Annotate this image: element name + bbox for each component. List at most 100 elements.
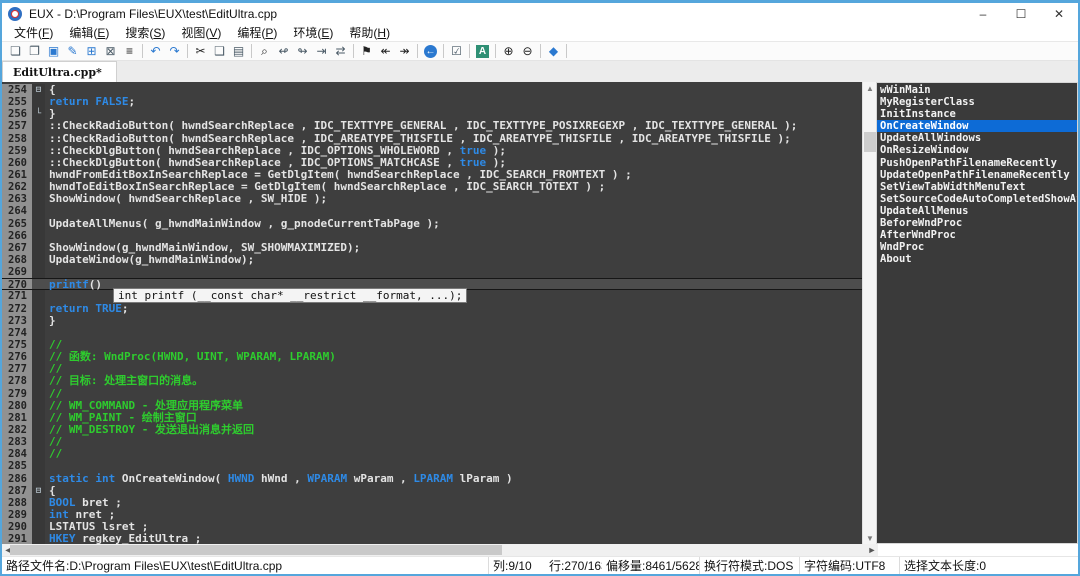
scroll-right-icon[interactable]: ►	[866, 544, 878, 556]
function-list-item-about[interactable]: About	[877, 253, 1077, 265]
tab-editultra-cpp[interactable]: EditUltra.cpp*	[2, 61, 117, 82]
toolbar-find-prev-icon[interactable]: ↫	[274, 43, 293, 60]
toolbar-new-file-icon[interactable]: ❏	[6, 43, 25, 60]
code-line[interactable]: 273 }	[2, 315, 862, 327]
toolbar-separator	[443, 44, 444, 58]
code-line[interactable]: 276 // 函数: WndProc(HWND, UINT, WPARAM, L…	[2, 351, 862, 363]
toolbar-next-bookmark-icon[interactable]: ↠	[395, 43, 414, 60]
code-line[interactable]: 287⊟ {	[2, 485, 862, 497]
toolbar-zoom-out-icon[interactable]: ⊖	[518, 43, 537, 60]
code-line[interactable]: 274	[2, 327, 862, 339]
toolbar-open-file-icon[interactable]: ❐	[25, 43, 44, 60]
code-line[interactable]: 283 //	[2, 436, 862, 448]
line-number: 279	[2, 388, 32, 400]
line-number: 289	[2, 509, 32, 521]
code-line[interactable]: 272 return TRUE;	[2, 303, 862, 315]
function-list-item-onresizewindow[interactable]: OnResizeWindow	[877, 144, 1077, 156]
toolbar-undo-icon[interactable]: ↶	[146, 43, 165, 60]
toolbar-about-icon[interactable]: ◆	[544, 43, 563, 60]
code-line[interactable]: 291 HKEY regkey_EditUltra ;	[2, 533, 862, 544]
fold-column	[32, 375, 45, 387]
menu-item-h[interactable]: 帮助(H)	[341, 24, 398, 41]
code-line[interactable]: 286 static int OnCreateWindow( HWND hWnd…	[2, 473, 862, 485]
close-button[interactable]: ✕	[1040, 3, 1078, 24]
function-list-item-myregisterclass[interactable]: MyRegisterClass	[877, 96, 1077, 108]
code-line[interactable]: 284 //	[2, 448, 862, 460]
toolbar-cut-icon[interactable]: ✂	[191, 43, 210, 60]
toolbar-goto-line-icon[interactable]: ⇥	[312, 43, 331, 60]
code-line[interactable]: 263 ShowWindow( hwndSearchReplace , SW_H…	[2, 193, 862, 205]
fold-column	[32, 279, 45, 289]
menu-item-v[interactable]: 视图(V)	[173, 24, 229, 41]
toolbar-find-next-icon[interactable]: ↬	[293, 43, 312, 60]
toolbar-save-file-icon[interactable]: ▣	[44, 43, 63, 60]
toolbar-find-icon[interactable]: ⌕	[255, 43, 274, 60]
fold-column	[32, 230, 45, 242]
code-line[interactable]: 255 return FALSE;	[2, 96, 862, 108]
function-list-item-initinstance[interactable]: InitInstance	[877, 108, 1077, 120]
function-list-item-updateallmenus[interactable]: UpdateAllMenus	[877, 205, 1077, 217]
minimize-button[interactable]: –	[964, 3, 1002, 24]
fold-column	[32, 521, 45, 533]
function-list-item-pushopenpathfilenamerecently[interactable]: PushOpenPathFilenameRecently	[877, 157, 1077, 169]
toolbar-syntax-highlight-icon[interactable]: A	[473, 43, 492, 60]
function-list-item-wwinmain[interactable]: wWinMain	[877, 84, 1077, 96]
toolbar-paste-icon[interactable]: ▤	[229, 43, 248, 60]
function-list-item-afterwndproc[interactable]: AfterWndProc	[877, 229, 1077, 241]
toolbar: ❏❐▣✎⊞⊠≡ ↶↷ ✂❑▤ ⌕↫↬⇥⇄ ⚑↞↠ ← ☑ A ⊕⊖ ◆	[2, 41, 1078, 61]
function-list-item-setviewtabwidthmenutext[interactable]: SetViewTabWidthMenuText	[877, 181, 1077, 193]
fold-column	[32, 436, 45, 448]
code-line[interactable]: 265 UpdateAllMenus( g_hwndMainWindow , g…	[2, 218, 862, 230]
scroll-up-icon[interactable]: ▲	[863, 82, 877, 94]
function-list-item-oncreatewindow[interactable]: OnCreateWindow	[877, 120, 1077, 132]
function-list-item-beforewndproc[interactable]: BeforeWndProc	[877, 217, 1077, 229]
code-text: ShowWindow( hwndSearchReplace , SW_HIDE …	[45, 193, 862, 205]
fold-column	[32, 424, 45, 436]
menu-item-p[interactable]: 编程(P)	[229, 24, 285, 41]
toolbar-close-file-icon[interactable]: ⊠	[101, 43, 120, 60]
fold-marker-icon[interactable]: ⊟	[32, 84, 45, 96]
fold-column	[32, 218, 45, 230]
code-line[interactable]: 268 UpdateWindow(g_hwndMainWindow);	[2, 254, 862, 266]
toolbar-redo-icon[interactable]: ↷	[165, 43, 184, 60]
function-list-item-setsourcecodeautocompletedshowaf[interactable]: SetSourceCodeAutoCompletedShowAf	[877, 193, 1077, 205]
code-line[interactable]: 288 BOOL bret ;	[2, 497, 862, 509]
code-line[interactable]: 282 // WM_DESTROY - 发送退出消息并返回	[2, 424, 862, 436]
toolbar-prev-bookmark-icon[interactable]: ↞	[376, 43, 395, 60]
toolbar-hex-view-icon[interactable]: ≡	[120, 43, 139, 60]
menu-item-s[interactable]: 搜索(S)	[117, 24, 173, 41]
code-line[interactable]: 278 // 目标: 处理主窗口的消息。	[2, 375, 862, 387]
horizontal-scroll-thumb[interactable]	[10, 545, 502, 555]
toolbar-navigate-back-icon[interactable]: ←	[421, 43, 440, 60]
fold-column	[32, 400, 45, 412]
toolbar-copy-icon[interactable]: ❑	[210, 43, 229, 60]
code-text	[45, 327, 862, 339]
toolbar-zoom-in-icon[interactable]: ⊕	[499, 43, 518, 60]
fold-column	[32, 254, 45, 266]
fold-column	[32, 351, 45, 363]
scroll-down-icon[interactable]: ▼	[863, 532, 877, 544]
toolbar-bookmark-icon[interactable]: ⚑	[357, 43, 376, 60]
vertical-scroll-thumb[interactable]	[864, 132, 876, 152]
maximize-button[interactable]: ☐	[1002, 3, 1040, 24]
toolbar-save-as-icon[interactable]: ✎	[63, 43, 82, 60]
menu-item-e[interactable]: 编辑(E)	[61, 24, 117, 41]
code-line[interactable]: 269	[2, 266, 862, 278]
editor-horizontal-scrollbar[interactable]: ◄ ►	[2, 544, 878, 556]
toolbar-save-all-icon[interactable]: ⊞	[82, 43, 101, 60]
fold-column	[32, 448, 45, 460]
menu-item-f[interactable]: 文件(F)	[6, 24, 61, 41]
function-list-item-wndproc[interactable]: WndProc	[877, 241, 1077, 253]
code-editor[interactable]: int printf (__const char* __restrict __f…	[2, 82, 862, 544]
toolbar-replace-icon[interactable]: ⇄	[331, 43, 350, 60]
fold-marker-icon[interactable]: ⊟	[32, 485, 45, 497]
editor-vertical-scrollbar[interactable]: ▲ ▼	[862, 82, 876, 544]
code-text: return TRUE;	[45, 303, 862, 315]
code-text	[45, 266, 862, 278]
function-list-item-updateopenpathfilenamerecently[interactable]: UpdateOpenPathFilenameRecently	[877, 169, 1077, 181]
function-list-item-updateallwindows[interactable]: UpdateAllWindows	[877, 132, 1077, 144]
line-number: 276	[2, 351, 32, 363]
fold-column	[32, 363, 45, 375]
menu-item-e[interactable]: 环境(E)	[285, 24, 341, 41]
toolbar-word-wrap-icon[interactable]: ☑	[447, 43, 466, 60]
